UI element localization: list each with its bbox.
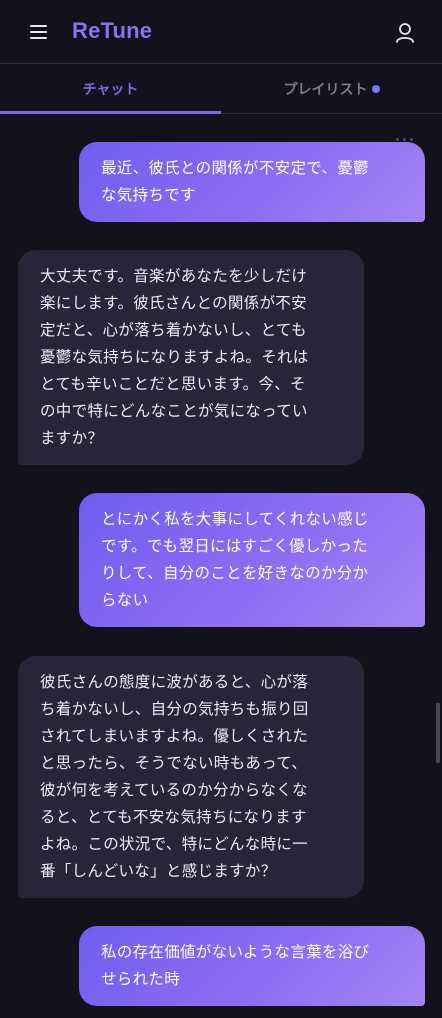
user-message: とにかく私を大事にしてくれない感じ です。でも翌日にはすごく優しかった りして、… bbox=[79, 493, 425, 627]
tab-bar: チャット プレイリスト bbox=[0, 64, 442, 114]
hamburger-menu-icon bbox=[30, 37, 47, 39]
scrollbar-thumb[interactable] bbox=[436, 703, 440, 763]
app-header: ReTune bbox=[0, 0, 442, 64]
tab-playlist-label: プレイリスト bbox=[283, 81, 368, 98]
assistant-message: 大丈夫です。音楽があなたを少しだけ 楽にします。彼氏さんとの関係が不安 定だと、… bbox=[18, 250, 364, 465]
menu-button[interactable] bbox=[18, 20, 58, 46]
assistant-message: 彼氏さんの態度に波があると、心が落 ち着かないし、自分の気持ちも振り回 されてし… bbox=[18, 656, 364, 898]
user-message: 最近、彼氏との関係が不安定で、憂鬱 な気持ちです bbox=[79, 142, 425, 222]
notification-dot bbox=[371, 84, 380, 93]
hamburger-menu-icon bbox=[30, 25, 47, 27]
account-button[interactable] bbox=[390, 18, 420, 48]
user-message: 私の存在価値がないような言葉を浴び せられた時 bbox=[79, 926, 425, 1006]
tab-playlist[interactable]: プレイリスト bbox=[221, 64, 442, 113]
chat-area[interactable]: 最近、彼氏との関係が不安定で、憂鬱 な気持ちです 大丈夫です。音楽があなたを少し… bbox=[0, 115, 442, 1018]
app-title: ReTune bbox=[72, 18, 153, 43]
active-tab-indicator bbox=[0, 111, 221, 114]
tab-chat[interactable]: チャット bbox=[0, 64, 221, 114]
tab-chat-label: チャット bbox=[82, 81, 139, 98]
user-icon bbox=[396, 23, 414, 43]
hamburger-menu-icon bbox=[30, 31, 47, 33]
